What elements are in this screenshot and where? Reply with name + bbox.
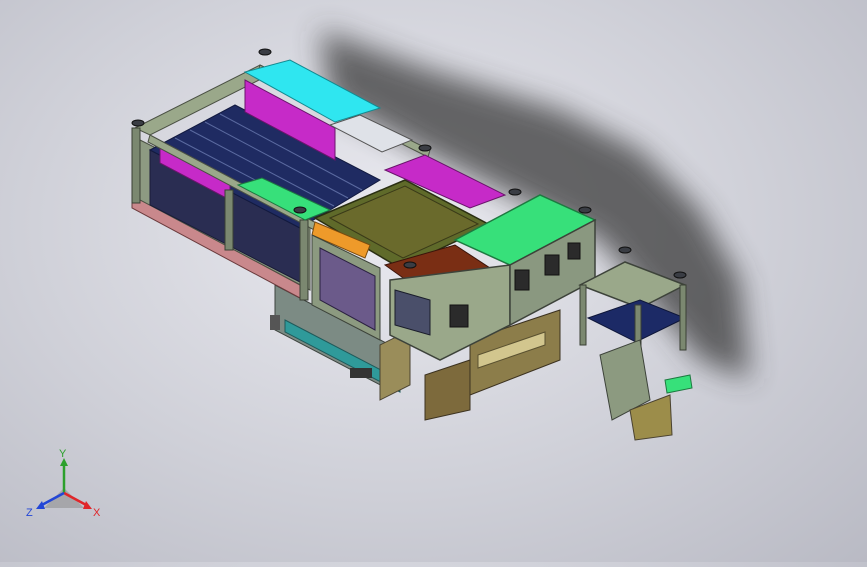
corner-post xyxy=(224,189,234,251)
axis-triad[interactable]: Y X Z xyxy=(22,448,106,520)
cabinet-window xyxy=(567,242,581,260)
green-tab xyxy=(664,374,693,394)
cad-viewport[interactable]: Y X Z xyxy=(0,0,867,562)
z-axis-label: Z xyxy=(26,507,33,519)
foot-pad xyxy=(350,368,372,378)
x-axis-label: X xyxy=(93,507,101,519)
lower-chute xyxy=(424,359,471,421)
cabinet-window xyxy=(449,304,469,328)
corner-post xyxy=(679,284,687,351)
assembly-model[interactable] xyxy=(0,0,867,562)
corner-post xyxy=(131,127,141,204)
corner-post xyxy=(579,284,587,346)
foot-pad xyxy=(270,315,280,330)
y-axis-label: Y xyxy=(59,448,67,460)
side-unit[interactable] xyxy=(578,261,693,441)
cabinet-window xyxy=(544,254,560,276)
corner-post xyxy=(299,219,309,301)
cabinet-window xyxy=(514,269,530,291)
